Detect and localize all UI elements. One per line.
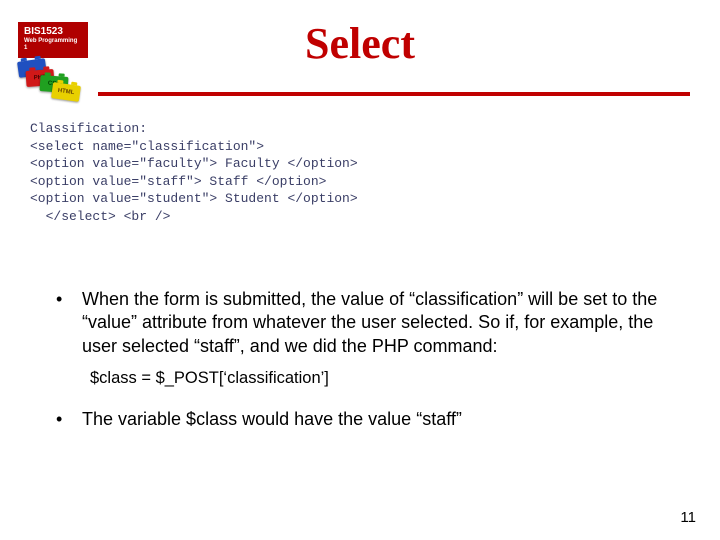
code-line: <option value="student"> Student </optio…: [30, 191, 358, 206]
code-line: </select> <br />: [30, 209, 170, 224]
bullet-text: When the form is submitted, the value of…: [82, 289, 657, 356]
code-line: <option value="faculty"> Faculty </optio…: [30, 156, 358, 171]
code-example: Classification: <select name="classifica…: [30, 120, 358, 225]
page-number: 11: [680, 509, 696, 526]
slide-content: When the form is submitted, the value of…: [48, 288, 690, 441]
sub-code: $class = $_POST[‘classification’]: [90, 368, 690, 389]
code-line: Classification:: [30, 121, 147, 136]
slide-title: Select: [0, 18, 720, 69]
block-html: HTML: [51, 83, 81, 103]
title-divider: [98, 92, 690, 96]
code-line: <select name="classification">: [30, 139, 264, 154]
bullet-item: When the form is submitted, the value of…: [48, 288, 690, 358]
code-line: <option value="staff"> Staff </option>: [30, 174, 326, 189]
bullet-text: The variable $class would have the value…: [82, 409, 462, 429]
bullet-item: The variable $class would have the value…: [48, 408, 690, 431]
